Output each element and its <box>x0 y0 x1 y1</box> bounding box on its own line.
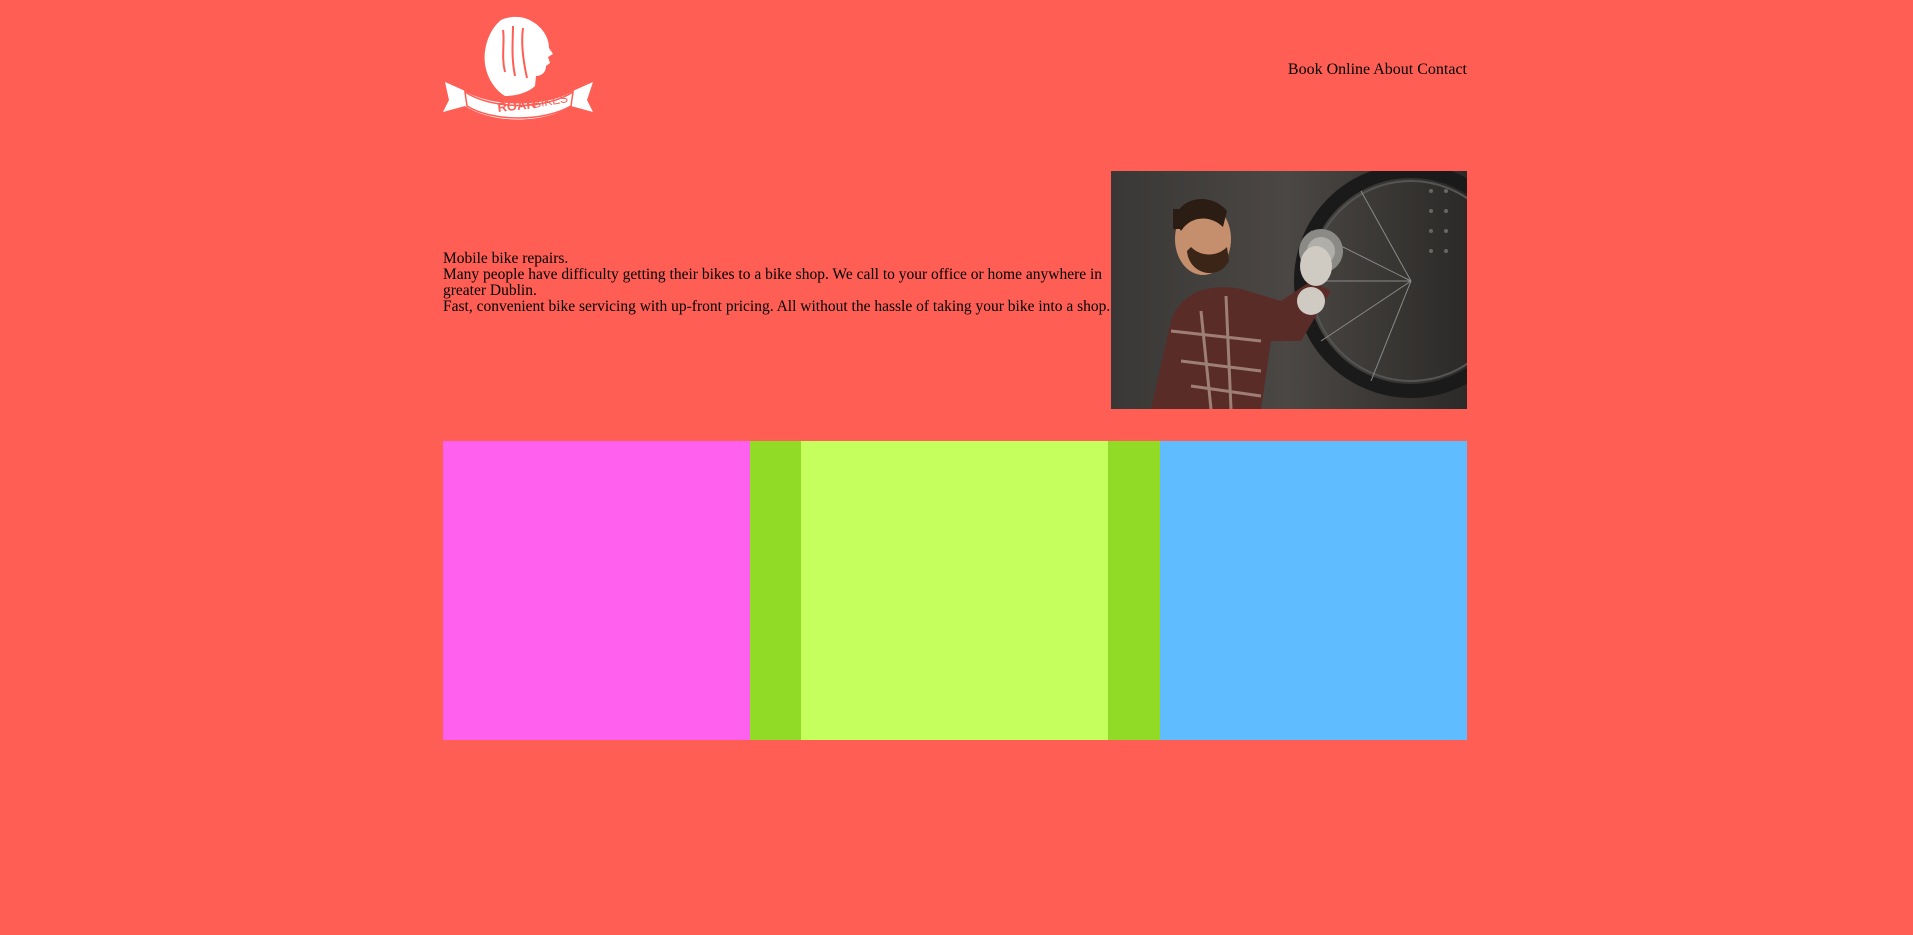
mechanic-photo-illustration <box>1111 171 1467 409</box>
site-header: ROAR BIKES Book Online About Contact <box>443 0 1467 125</box>
page: ROAR BIKES Book Online About Contact Mob… <box>443 0 1467 935</box>
tile-blue[interactable] <box>1160 441 1467 740</box>
roar-bikes-logo[interactable]: ROAR BIKES <box>443 16 594 120</box>
nav-contact[interactable]: Contact <box>1417 61 1467 78</box>
hero-headline: Mobile bike repairs. <box>443 250 569 267</box>
hero-paragraph-1: Many people have difficulty getting thei… <box>443 266 1103 299</box>
nav-about[interactable]: About <box>1373 61 1413 78</box>
tile-light-green[interactable] <box>801 441 1108 740</box>
nav-book-online[interactable]: Book Online <box>1288 61 1370 78</box>
hero-photo-mechanic <box>1111 171 1467 409</box>
main-nav: Book Online About Contact <box>1288 60 1467 80</box>
tile-divider-green-1 <box>750 441 801 740</box>
tile-divider-green-2 <box>1108 441 1160 740</box>
hero-paragraph-2: Fast, convenient bike servicing with up-… <box>443 298 1111 315</box>
color-tiles-row <box>443 441 1467 740</box>
hero-intro: Mobile bike repairs. Many people have di… <box>443 251 1111 315</box>
lion-icon <box>484 16 553 96</box>
tile-pink[interactable] <box>443 441 750 740</box>
